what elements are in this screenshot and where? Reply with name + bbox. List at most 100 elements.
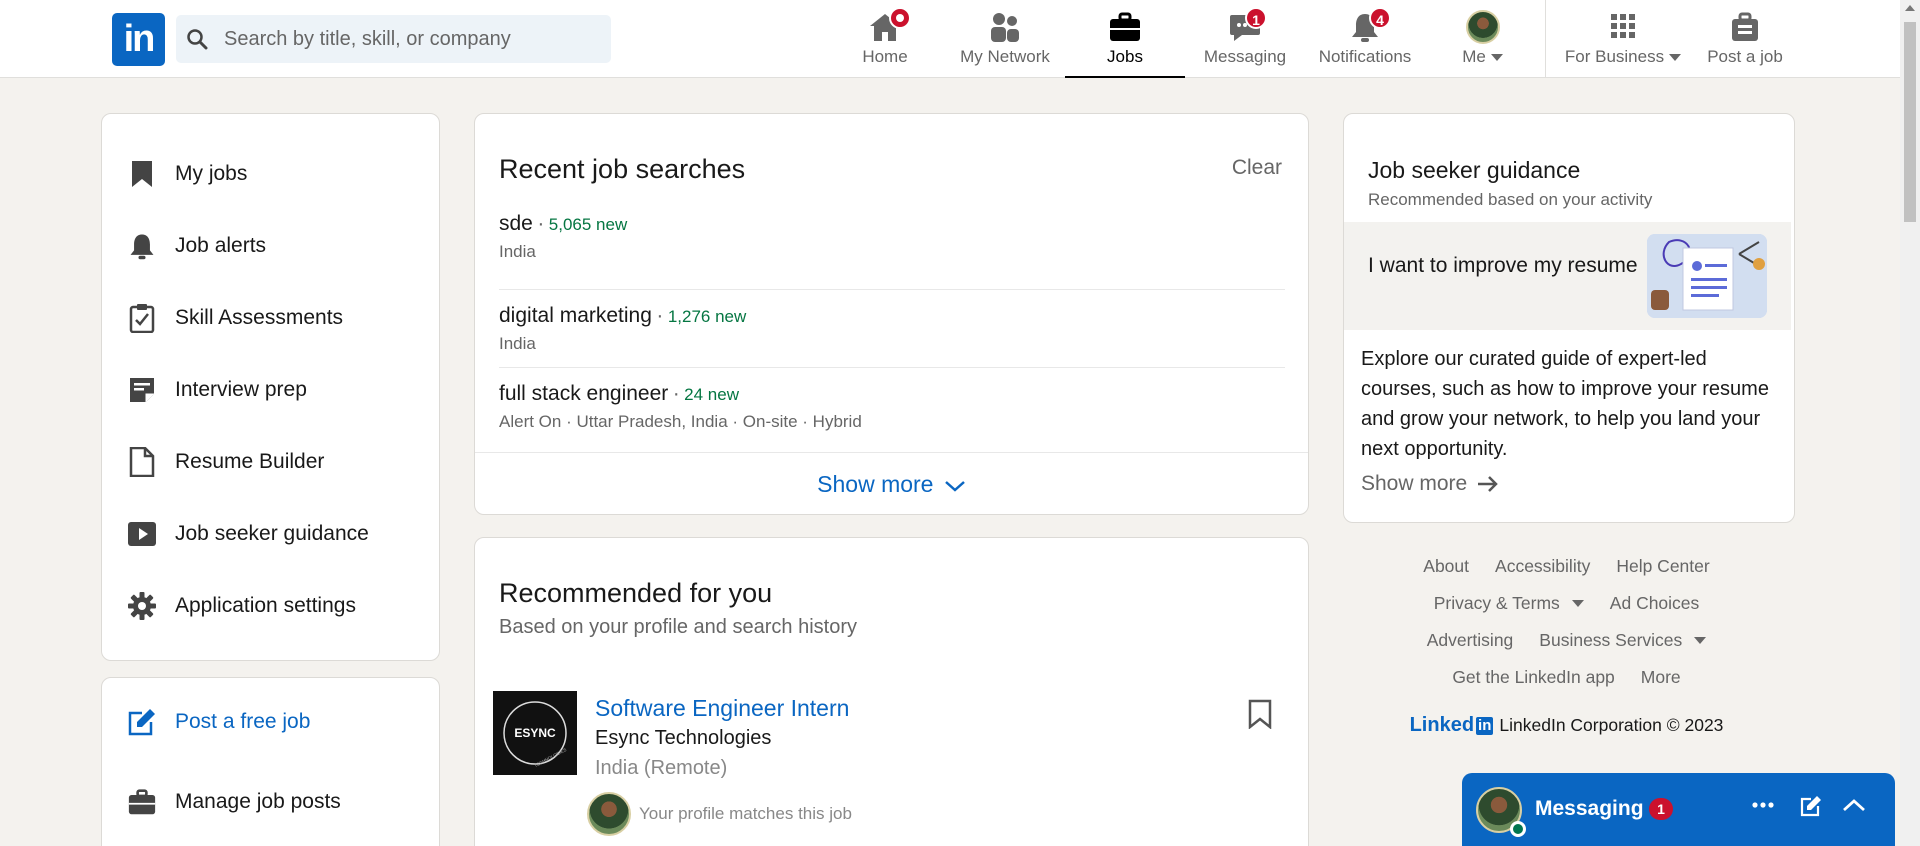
- nav-messaging-label: Messaging: [1203, 47, 1287, 66]
- search-input[interactable]: [216, 15, 606, 63]
- sidebar-item-manage-job-posts[interactable]: Manage job posts: [127, 782, 341, 822]
- sidebar-item-label: Application settings: [175, 594, 356, 617]
- recommended-title: Recommended for you: [499, 578, 773, 608]
- gear-icon: [127, 591, 157, 621]
- footer-link-get-app[interactable]: Get the LinkedIn app: [1452, 667, 1614, 688]
- online-status-dot: [1510, 821, 1526, 837]
- nav-notifications[interactable]: 4 Notifications: [1310, 0, 1420, 78]
- sidebar-item-interview-prep[interactable]: Interview prep: [127, 370, 307, 410]
- job-location: India (Remote): [595, 757, 728, 779]
- job-title-link[interactable]: Software Engineer Intern: [595, 695, 849, 722]
- guidance-subtitle: Recommended based on your activity: [1368, 190, 1653, 209]
- search-query: full stack engineer: [499, 382, 669, 405]
- sidebar-item-label: Manage job posts: [175, 790, 341, 813]
- nav-for-business[interactable]: For Business: [1558, 0, 1688, 78]
- bookmark-icon: [127, 159, 157, 189]
- nav-post-a-job[interactable]: Post a job: [1700, 0, 1790, 78]
- footer-link-more[interactable]: More: [1641, 667, 1681, 688]
- footer-link-about[interactable]: About: [1423, 556, 1469, 577]
- guidance-body: Explore our curated guide of expert-led …: [1361, 348, 1769, 460]
- nav-me-label: Me: [1440, 47, 1525, 67]
- nav-notifications-label: Notifications: [1318, 47, 1412, 66]
- sidebar-item-label: Post a free job: [175, 710, 311, 733]
- chevron-down-icon: [1490, 54, 1503, 62]
- sidebar-item-job-seeker-guidance[interactable]: Job seeker guidance: [127, 514, 369, 554]
- footer-link-business-services[interactable]: Business Services: [1539, 630, 1707, 651]
- employer-sidebar: Post a free job Manage job posts: [101, 677, 440, 846]
- guidance-show-more[interactable]: Show more: [1361, 472, 1499, 496]
- sidebar-item-label: Skill Assessments: [175, 306, 344, 329]
- search-details: India: [499, 334, 536, 353]
- bell-icon: [127, 231, 157, 261]
- footer-link-accessibility[interactable]: Accessibility: [1495, 556, 1590, 577]
- guidance-title: Job seeker guidance: [1368, 157, 1581, 183]
- clear-button[interactable]: Clear: [1232, 156, 1282, 180]
- new-count: 1,276 new: [667, 307, 747, 326]
- messaging-popup[interactable]: Messaging 1: [1462, 773, 1895, 846]
- home-notification-dot: [889, 7, 911, 29]
- page-scrollbar[interactable]: [1900, 0, 1920, 846]
- nav-post-a-job-label: Post a job: [1707, 47, 1783, 66]
- clipboard-check-icon: [127, 303, 157, 333]
- compose-icon[interactable]: [1800, 795, 1822, 817]
- show-more-button[interactable]: Show more: [475, 452, 1308, 514]
- video-icon: [127, 519, 157, 549]
- search-details: India: [499, 242, 536, 261]
- nav-messaging[interactable]: 1 Messaging: [1195, 0, 1295, 78]
- footer: About Accessibility Help Center Privacy …: [1343, 548, 1790, 737]
- sidebar-item-skill-assessments[interactable]: Skill Assessments: [127, 298, 343, 338]
- nav-my-network[interactable]: My Network: [950, 0, 1060, 78]
- company-logo[interactable]: ESYNC TECHNOLOGIES: [493, 691, 577, 775]
- sidebar-item-label: Job alerts: [175, 234, 267, 257]
- briefcase-icon: [127, 787, 157, 817]
- new-count: 5,065 new: [548, 215, 628, 234]
- nav-home-label: Home: [862, 47, 908, 66]
- briefcase-post-icon: [1728, 11, 1762, 43]
- nav-home[interactable]: Home: [845, 0, 925, 78]
- chevron-down-icon: [1571, 600, 1584, 607]
- messaging-popup-badge: 1: [1649, 798, 1673, 820]
- recommended-subtitle: Based on your profile and search history: [499, 616, 857, 638]
- footer-link-help-center[interactable]: Help Center: [1616, 556, 1709, 577]
- notifications-badge: 4: [1369, 7, 1391, 29]
- sidebar-item-resume-builder[interactable]: Resume Builder: [127, 442, 324, 482]
- grid-icon: [1606, 11, 1640, 43]
- messaging-badge: 1: [1245, 7, 1267, 29]
- save-job-button[interactable]: [1248, 699, 1272, 729]
- show-more-label: Show more: [817, 471, 934, 497]
- guidance-banner[interactable]: I want to improve my resume: [1344, 222, 1791, 330]
- logo-text: ESYNC: [514, 726, 556, 740]
- recommended-card: Recommended for you Based on your profil…: [474, 537, 1309, 846]
- search-details: Alert On · Uttar Pradesh, India · On-sit…: [499, 412, 862, 431]
- scrollbar-thumb[interactable]: [1904, 22, 1916, 222]
- scroll-up-arrow[interactable]: [1905, 5, 1915, 11]
- people-icon: [988, 11, 1022, 43]
- logo-subtext: TECHNOLOGIES: [533, 747, 567, 768]
- nav-jobs[interactable]: Jobs: [1065, 0, 1185, 78]
- sidebar-item-my-jobs[interactable]: My jobs: [127, 154, 247, 194]
- edit-icon: [127, 707, 157, 737]
- footer-link-advertising[interactable]: Advertising: [1427, 630, 1514, 651]
- footer-brand: Linked in LinkedIn Corporation © 2023: [1343, 714, 1790, 737]
- chevron-down-icon: [1694, 637, 1707, 644]
- recent-search-item[interactable]: full stack engineer · 24 new Alert On · …: [499, 368, 1285, 446]
- recent-search-item[interactable]: sde · 5,065 new India: [499, 212, 1285, 290]
- search-box[interactable]: [176, 15, 611, 63]
- footer-link-ad-choices[interactable]: Ad Choices: [1610, 593, 1700, 614]
- sidebar-item-post-free-job[interactable]: Post a free job: [127, 702, 310, 742]
- banner-text: I want to improve my resume: [1368, 254, 1638, 277]
- profile-avatar: [1465, 10, 1500, 44]
- nav-divider: [1545, 0, 1546, 78]
- sidebar-item-label: Interview prep: [175, 378, 307, 401]
- resume-illustration: [1647, 234, 1767, 318]
- sidebar-item-job-alerts[interactable]: Job alerts: [127, 226, 266, 266]
- footer-link-privacy-terms[interactable]: Privacy & Terms: [1434, 593, 1584, 614]
- jobs-sidebar: My jobs Job alerts Skill Assessments Int…: [101, 113, 440, 661]
- chevron-up-icon[interactable]: [1842, 797, 1866, 813]
- sidebar-item-application-settings[interactable]: Application settings: [127, 586, 356, 626]
- recent-searches-card: Recent job searches Clear sde · 5,065 ne…: [474, 113, 1309, 515]
- recent-search-item[interactable]: digital marketing · 1,276 new India: [499, 290, 1285, 368]
- linkedin-logo[interactable]: in: [112, 13, 165, 66]
- nav-me[interactable]: Me: [1440, 0, 1525, 78]
- more-options-icon[interactable]: [1752, 801, 1774, 809]
